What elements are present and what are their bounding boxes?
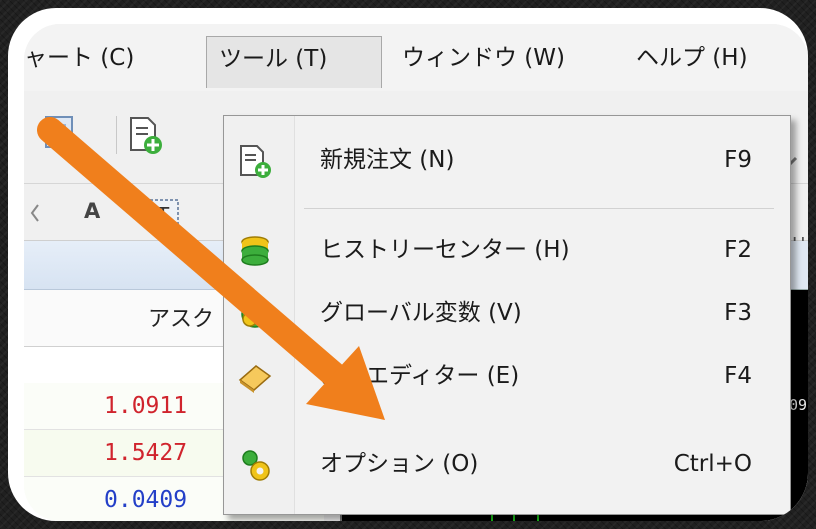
- menu-item-shortcut: F3: [724, 300, 752, 326]
- menu-item-shortcut: F4: [724, 363, 752, 389]
- options-icon: [242, 450, 270, 481]
- screenshot-frame: ャート (C) ツール (T) ウィンドウ (W) ヘルプ (H) A T アス…: [8, 8, 808, 521]
- toolbar-divider: [116, 116, 117, 154]
- menu-help[interactable]: ヘルプ (H): [636, 36, 748, 80]
- chevron-left-icon[interactable]: [28, 202, 42, 224]
- menu-item-label: ヒストリーセンター (H): [320, 237, 570, 263]
- menu-item-shortcut: F2: [724, 237, 752, 263]
- ask-price: 1.0911: [104, 393, 188, 419]
- menu-item-history-center[interactable]: ヒストリーセンター (H) F2: [224, 224, 790, 276]
- menu-item-shortcut: Ctrl+O: [673, 451, 752, 477]
- menu-item-shortcut: F9: [724, 147, 752, 173]
- menu-separator: [304, 208, 774, 209]
- history-center-icon: [241, 236, 269, 266]
- menu-item-options[interactable]: オプション (O) Ctrl+O: [224, 438, 790, 490]
- menu-item-global-variables[interactable]: グローバル変数 (V) F3: [224, 287, 790, 339]
- new-order-toolbar-icon[interactable]: [128, 116, 164, 156]
- menu-item-metaeditor[interactable]: メタエディター (E) F4: [224, 350, 790, 402]
- tools-dropdown-menu: 新規注文 (N) F9 ヒストリーセンター (H) F2 グローバル変数 (V)…: [223, 115, 791, 515]
- app-window: ャート (C) ツール (T) ウィンドウ (W) ヘルプ (H) A T アス…: [24, 24, 808, 521]
- ask-price: 1.5427: [104, 440, 188, 466]
- ask-price: 0.0409: [104, 487, 188, 513]
- menu-item-label: 新規注文 (N): [320, 147, 455, 173]
- toolbar-chart-icon[interactable]: [44, 115, 74, 149]
- new-order-icon: [240, 145, 271, 178]
- timeframe-a[interactable]: A: [84, 199, 100, 223]
- menu-item-label: グローバル変数 (V): [320, 300, 522, 326]
- menu-tools[interactable]: ツール (T): [206, 36, 382, 88]
- menu-item-new-order[interactable]: 新規注文 (N) F9: [224, 134, 790, 186]
- global-variables-icon: [241, 300, 269, 328]
- text-tool-icon[interactable]: T: [146, 196, 182, 232]
- menu-window[interactable]: ウィンドウ (W): [402, 36, 565, 80]
- ask-column-label: アスク: [148, 307, 215, 332]
- menu-item-label: メタエディター (E): [320, 363, 520, 389]
- menu-chart[interactable]: ャート (C): [24, 36, 134, 80]
- menu-item-label: オプション (O): [320, 451, 479, 477]
- metaeditor-icon: [238, 365, 272, 393]
- svg-text:T: T: [156, 203, 170, 227]
